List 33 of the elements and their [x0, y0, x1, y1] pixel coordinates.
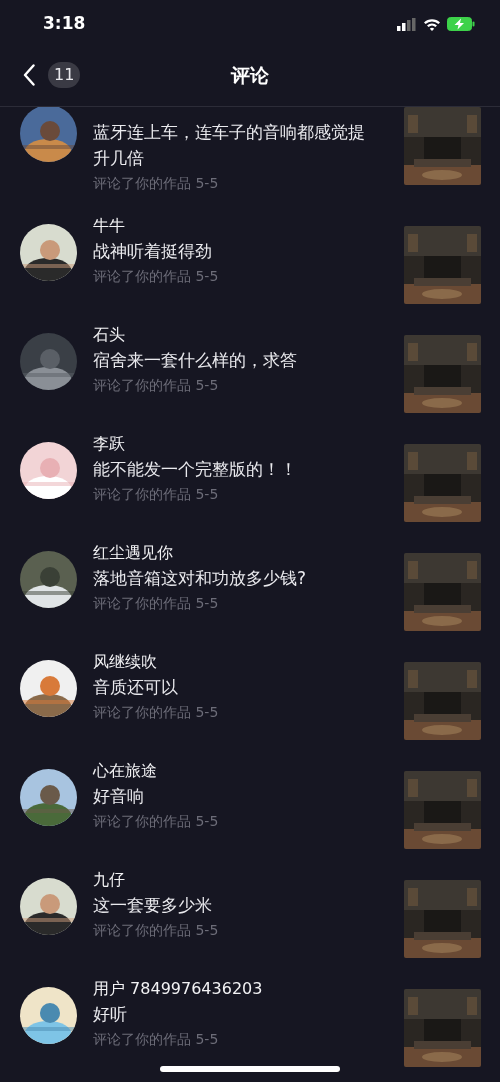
- battery-charging-icon: [447, 17, 475, 31]
- status-time: 3:18: [43, 12, 86, 36]
- user-name[interactable]: 九仔: [93, 868, 388, 892]
- comment-meta: 评论了你的作品 5-5: [93, 812, 220, 831]
- wifi-icon: [423, 17, 441, 31]
- user-name[interactable]: 风继续吹: [93, 650, 388, 674]
- user-name[interactable]: 心在旅途: [93, 759, 388, 783]
- back-icon: [23, 64, 35, 86]
- user-name[interactable]: 石头: [93, 323, 388, 347]
- comment-meta: 评论了你的作品 5-5: [93, 174, 220, 193]
- comment-text: 音质还可以: [93, 676, 179, 699]
- user-name[interactable]: 李跃: [93, 432, 388, 456]
- comment-meta: 评论了你的作品 5-5: [93, 376, 220, 395]
- comment-text: 战神听着挺得劲: [93, 240, 213, 263]
- page-title: 评论: [231, 62, 269, 88]
- user-name[interactable]: 用户 7849976436203: [93, 977, 388, 1001]
- comment-text: 蓝牙连上车，连车子的音响都感觉提升几倍: [93, 121, 366, 170]
- comment-text: 能不能发一个完整版的！！: [93, 458, 298, 481]
- comment-text: 好音响: [93, 785, 145, 808]
- comment-meta: 评论了你的作品 5-5: [93, 594, 220, 613]
- comment-meta: 评论了你的作品 5-5: [93, 703, 220, 722]
- comment-text: 宿舍来一套什么样的，求答: [93, 349, 298, 372]
- comment-text: 落地音箱这对和功放多少钱?: [93, 567, 308, 590]
- user-name[interactable]: 红尘遇见你: [93, 541, 388, 565]
- comment-meta: 评论了你的作品 5-5: [93, 267, 220, 286]
- comment-text: 好听: [93, 1003, 128, 1026]
- comment-meta: 评论了你的作品 5-5: [93, 921, 220, 940]
- comment-meta: 评论了你的作品 5-5: [93, 1030, 220, 1049]
- comment-text: 这一套要多少米: [93, 894, 213, 917]
- user-name[interactable]: 牛牛: [93, 214, 388, 238]
- unread-count-badge: 11: [48, 62, 81, 88]
- signal-icon: [397, 17, 417, 31]
- comment-meta: 评论了你的作品 5-5: [93, 485, 220, 504]
